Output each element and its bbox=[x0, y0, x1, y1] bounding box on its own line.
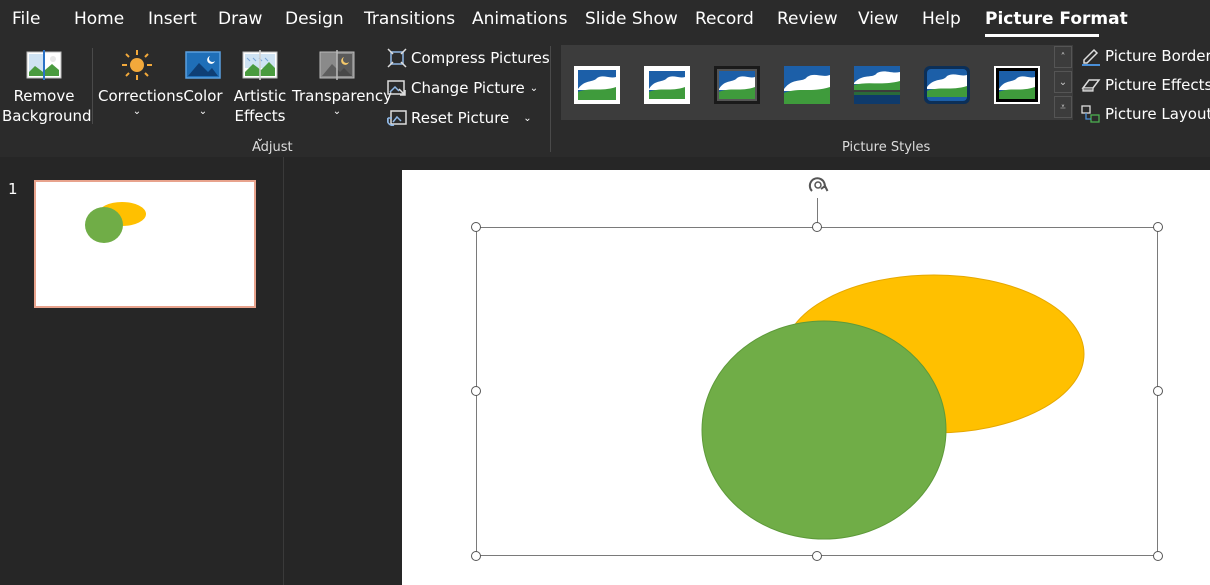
resize-handle-bottom-left[interactable] bbox=[471, 551, 481, 561]
resize-handle-bottom[interactable] bbox=[812, 551, 822, 561]
resize-handle-left[interactable] bbox=[471, 386, 481, 396]
picture-selection-box[interactable] bbox=[476, 227, 1158, 556]
resize-handle-top-right[interactable] bbox=[1153, 222, 1163, 232]
resize-handle-top[interactable] bbox=[812, 222, 822, 232]
resize-handle-top-left[interactable] bbox=[471, 222, 481, 232]
resize-handle-bottom-right[interactable] bbox=[1153, 551, 1163, 561]
rotate-handle-icon[interactable] bbox=[804, 172, 832, 200]
resize-handle-right[interactable] bbox=[1153, 386, 1163, 396]
rotate-handle-stem bbox=[817, 198, 818, 223]
